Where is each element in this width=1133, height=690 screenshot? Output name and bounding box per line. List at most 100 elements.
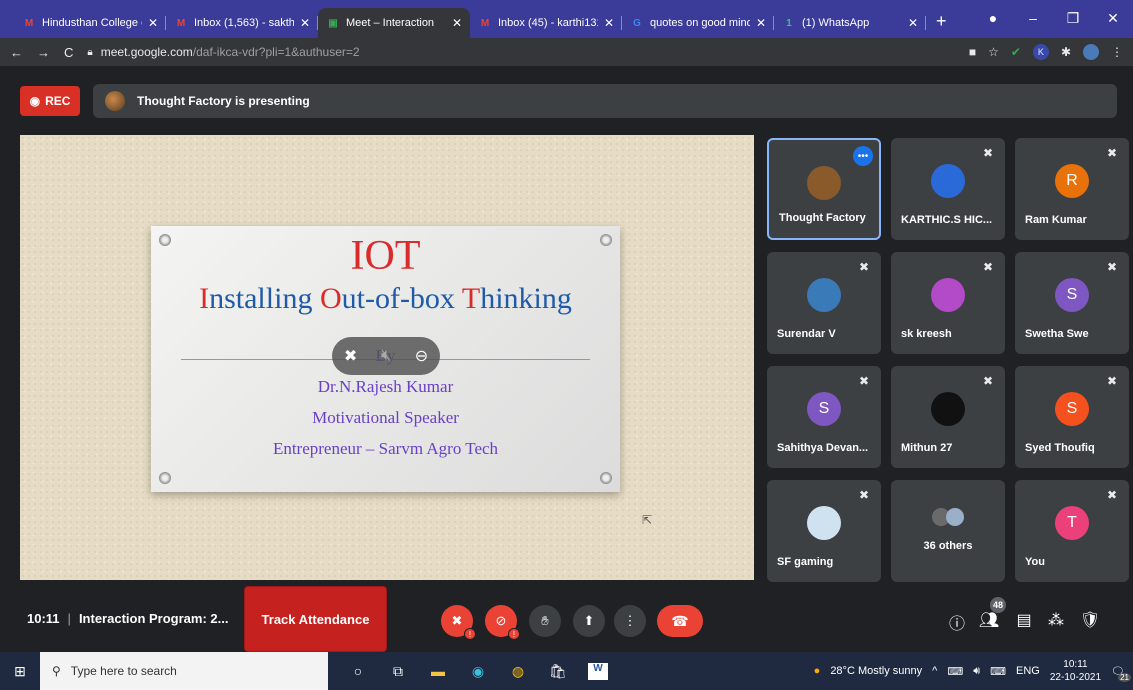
task-view-icon[interactable]: ⧉	[388, 663, 408, 680]
tab-title: (1) WhatsApp	[802, 17, 870, 29]
participant-tile[interactable]: Thought Factory •••	[767, 138, 881, 240]
restore-button[interactable]: ❐	[1053, 0, 1093, 36]
network-icon[interactable]: ⌨	[947, 665, 963, 678]
reload-icon[interactable]: C	[64, 45, 73, 60]
participant-avatar	[931, 278, 965, 312]
browser-tab[interactable]: 1 (1) WhatsApp ✕	[774, 8, 926, 38]
tab-close-icon[interactable]: ✕	[452, 16, 462, 30]
mute-audio-icon[interactable]: 🔇︎	[381, 347, 391, 365]
check-extension-icon[interactable]: ✔	[1011, 45, 1021, 59]
cortana-icon[interactable]: ○	[348, 663, 368, 680]
leave-call-button[interactable]: ☎	[657, 605, 703, 637]
tile-controls-pill: ✖ 🔇︎ ⊖	[332, 337, 440, 375]
volume-icon[interactable]: 🔊︎	[973, 665, 980, 678]
participant-name: Syed Thoufiq	[1025, 442, 1095, 454]
new-tab-button[interactable]: +	[936, 11, 947, 32]
participant-tile[interactable]: T You ✖	[1015, 480, 1129, 582]
activities-icon[interactable]: ⁂	[1044, 610, 1068, 630]
meeting-title[interactable]: Interaction Program: 2...	[79, 611, 229, 626]
host-controls-icon[interactable]: 🛡︎	[1078, 610, 1102, 630]
participant-tile[interactable]: 36 others	[891, 480, 1005, 582]
participant-name: Swetha Swe	[1025, 328, 1089, 340]
browser-tab[interactable]: ▣ Meet – Interaction ✕	[318, 8, 470, 38]
profile-avatar-icon[interactable]	[1083, 44, 1099, 60]
participant-tile[interactable]: S Syed Thoufiq ✖	[1015, 366, 1129, 468]
participant-avatar: S	[1055, 278, 1089, 312]
remove-icon[interactable]: ⊖	[415, 346, 428, 366]
windows-taskbar: ⊞ ⚲ Type here to search ○ ⧉ ▬ ◉ ◍ 🛍︎ W ●…	[0, 652, 1133, 690]
subtitle-letter: T	[461, 282, 481, 315]
warning-icon: !	[464, 628, 476, 640]
participant-tile[interactable]: KARTHIC.S HIC... ✖	[891, 138, 1005, 240]
subtitle-text: ut-of-box	[341, 282, 462, 315]
unpin-icon[interactable]: ✖	[344, 346, 357, 366]
participant-tile[interactable]: Surendar V ✖	[767, 252, 881, 354]
language-indicator[interactable]: ENG	[1016, 665, 1040, 677]
url-field[interactable]: 🔒︎ meet.google.com/daf-ikca-vdr?pli=1&au…	[87, 41, 954, 63]
tab-close-icon[interactable]: ✕	[148, 16, 158, 30]
participant-tile[interactable]: sk kreesh ✖	[891, 252, 1005, 354]
people-icon[interactable]: 👥︎	[977, 610, 1001, 630]
participant-tile[interactable]: Mithun 27 ✖	[891, 366, 1005, 468]
tab-close-icon[interactable]: ✕	[604, 16, 614, 30]
back-icon[interactable]: ←	[10, 45, 23, 60]
browser-tab[interactable]: M Hindusthan College of ✕	[14, 8, 166, 38]
tab-title: quotes on good mind	[650, 17, 750, 29]
weather-icon: ●	[813, 665, 821, 677]
mic-toggle-button[interactable]: ✖!	[441, 605, 476, 640]
rec-label: REC	[45, 94, 71, 108]
chat-icon[interactable]: ▤	[1012, 610, 1036, 630]
participant-avatar: R	[1055, 164, 1089, 198]
info-icon[interactable]: ⓘ	[945, 610, 969, 634]
browser-tab[interactable]: M Inbox (45) - karthi1316 ✕	[470, 8, 622, 38]
weather-text[interactable]: 28°C Mostly sunny	[830, 665, 922, 677]
minimize-button[interactable]: –	[1013, 0, 1053, 36]
tab-close-icon[interactable]: ✕	[300, 16, 310, 30]
profile-icon[interactable]: ●	[973, 0, 1013, 36]
participant-tile[interactable]: R Ram Kumar ✖	[1015, 138, 1129, 240]
word-icon[interactable]: W	[588, 662, 608, 680]
store-icon[interactable]: 🛍︎	[548, 663, 568, 680]
edge-icon[interactable]: ◉	[468, 663, 488, 680]
tray-chevron-icon[interactable]: ^	[932, 665, 937, 677]
participant-avatar	[931, 164, 965, 198]
system-clock[interactable]: 10:11 22-10-2021	[1050, 658, 1101, 684]
more-options-icon[interactable]: •••	[853, 146, 873, 166]
slide-speaker-role: Motivational Speaker	[312, 408, 459, 427]
notifications-icon[interactable]: 🗨︎ 21	[1111, 665, 1131, 682]
mic-muted-icon: ✖	[982, 260, 993, 274]
mic-muted-icon: ✖	[858, 488, 869, 502]
tab-close-icon[interactable]: ✕	[908, 16, 918, 30]
tab-close-icon[interactable]: ✕	[756, 16, 766, 30]
presentation-stage: IOT Installing Out-of-box Thinking By Dr…	[20, 135, 754, 580]
close-window-button[interactable]: ✕	[1093, 0, 1133, 36]
file-explorer-icon[interactable]: ▬	[428, 663, 448, 680]
tab-separator	[925, 16, 926, 30]
taskbar-search[interactable]: ⚲ Type here to search	[40, 652, 328, 690]
camera-icon[interactable]: ■	[969, 45, 976, 59]
participant-tile[interactable]: SF gaming ✖	[767, 480, 881, 582]
tab-favicon-icon: M	[176, 17, 186, 29]
menu-kebab-icon[interactable]: ⋮	[1111, 45, 1123, 59]
puzzle-icon[interactable]: ✱	[1061, 45, 1071, 59]
raise-hand-button[interactable]: ✋︎	[529, 605, 561, 637]
chrome-icon[interactable]: ◍	[508, 663, 528, 680]
tab-favicon-icon: M	[24, 17, 34, 29]
browser-tab[interactable]: Gquotes on good mind ✕	[622, 8, 774, 38]
others-avatars	[932, 508, 964, 526]
subtitle-text: nstalling	[209, 282, 320, 315]
forward-icon[interactable]: →	[37, 45, 50, 60]
windows-start-icon[interactable]: ⊞	[0, 663, 40, 680]
track-attendance-button[interactable]: Track Attendance	[244, 586, 387, 652]
k-extension-icon[interactable]: K	[1032, 44, 1049, 60]
keyboard-icon[interactable]: ⌨	[990, 665, 1006, 678]
more-options-button[interactable]: ⋮	[614, 605, 646, 637]
browser-tab[interactable]: M Inbox (1,563) - sakthis ✕	[166, 8, 318, 38]
present-button[interactable]: ⬆	[573, 605, 605, 637]
participant-tile[interactable]: S Swetha Swe ✖	[1015, 252, 1129, 354]
slide-title: IOT	[350, 233, 421, 279]
participant-tile[interactable]: S Sahithya Devan... ✖	[767, 366, 881, 468]
star-icon[interactable]: ☆	[988, 45, 999, 59]
meet-window: ◉ REC Thought Factory is presenting I O T …	[0, 66, 1133, 652]
camera-toggle-button[interactable]: ⊘!	[485, 605, 520, 640]
